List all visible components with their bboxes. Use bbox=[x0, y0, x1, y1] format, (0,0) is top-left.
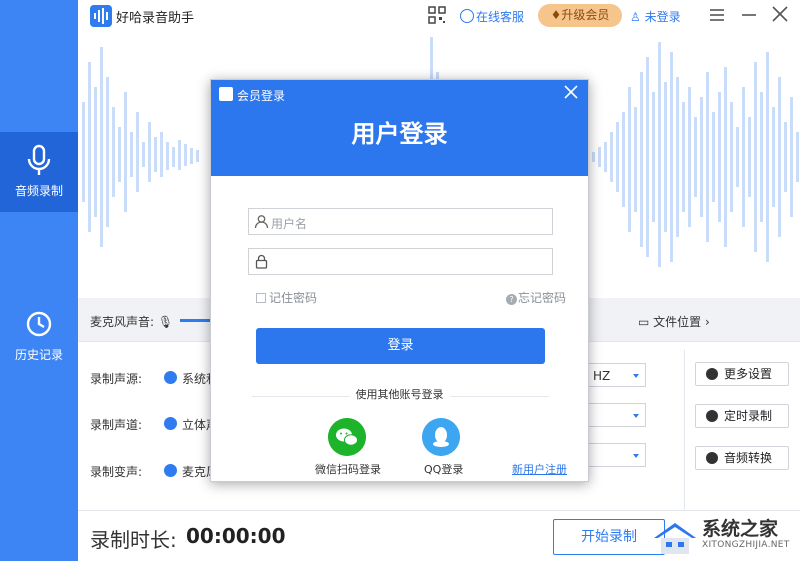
online-service-label: 在线客服 bbox=[476, 10, 525, 24]
sidebar-item-history[interactable]: 历史记录 bbox=[0, 296, 78, 376]
register-link[interactable]: 新用户注册 bbox=[512, 461, 567, 477]
question-icon: ? bbox=[506, 294, 517, 305]
audio-convert-button[interactable]: 音频转换 bbox=[695, 446, 789, 470]
app-logo-icon bbox=[90, 5, 112, 27]
login-heading: 用户登录 bbox=[351, 120, 448, 148]
title-bar: 好哈录音助手 在线客服 ♦升级会员 ♙ 未登录 bbox=[78, 0, 800, 32]
record-channel-label: 录制声道: bbox=[90, 418, 143, 432]
login-status-button[interactable]: ♙ 未登录 bbox=[630, 8, 681, 25]
voice-change-label: 录制变声: bbox=[90, 465, 143, 479]
mic-volume-label: 麦克风声音: 🎙 bbox=[90, 313, 173, 330]
clock-icon bbox=[26, 311, 52, 337]
mic-volume-slider[interactable] bbox=[180, 319, 210, 322]
forgot-password-label: 忘记密码 bbox=[518, 291, 567, 305]
qq-icon[interactable] bbox=[422, 418, 460, 456]
checkbox-box bbox=[256, 293, 266, 303]
mic-icon bbox=[27, 144, 51, 175]
menu-icon[interactable] bbox=[708, 6, 726, 24]
login-dialog-header: 会员登录 用户登录 bbox=[211, 80, 588, 176]
qq-login-label[interactable]: QQ登录 bbox=[424, 461, 463, 477]
forgot-password-link[interactable]: ? 忘记密码 bbox=[506, 289, 566, 306]
login-dialog: 会员登录 用户登录 用户名 记住密码 ? 忘记密码 登录 使用其他账号登录 微信… bbox=[210, 79, 589, 482]
clock-icon bbox=[706, 410, 718, 422]
audio-convert-label: 音频转换 bbox=[724, 451, 773, 465]
record-channel-radio[interactable] bbox=[164, 417, 177, 430]
chevron-down-icon bbox=[633, 414, 639, 418]
format-select[interactable] bbox=[588, 443, 646, 467]
watermark-house-logo bbox=[654, 523, 696, 554]
sidebar: 音频录制 历史记录 bbox=[0, 0, 78, 561]
close-icon[interactable] bbox=[562, 83, 580, 101]
file-location-label: 文件位置 bbox=[653, 315, 702, 329]
remember-password-label: 记住密码 bbox=[269, 291, 318, 305]
user-icon bbox=[254, 215, 269, 229]
scheduled-record-button[interactable]: 定时录制 bbox=[695, 404, 789, 428]
chevron-down-icon bbox=[633, 374, 639, 378]
chevron-right-icon: › bbox=[701, 315, 710, 329]
file-location-button[interactable]: ▭ 文件位置 › bbox=[638, 313, 710, 330]
wechat-login-label[interactable]: 微信扫码登录 bbox=[315, 461, 381, 477]
username-placeholder: 用户名 bbox=[271, 217, 308, 231]
chat-icon bbox=[460, 9, 474, 23]
minimize-icon[interactable] bbox=[740, 6, 758, 24]
sample-rate-select[interactable]: HZ bbox=[588, 363, 646, 387]
divider bbox=[684, 350, 685, 510]
voice-change-radio[interactable] bbox=[164, 464, 177, 477]
duration-label: 录制时长: bbox=[90, 528, 177, 552]
watermark-title: 系统之家 bbox=[702, 518, 779, 540]
sample-rate-value: HZ bbox=[593, 369, 611, 383]
channel-select[interactable] bbox=[588, 403, 646, 427]
app-title: 好哈录音助手 bbox=[116, 11, 195, 26]
chevron-down-icon bbox=[633, 454, 639, 458]
lock-icon bbox=[255, 254, 268, 269]
remember-password-checkbox[interactable]: 记住密码 bbox=[256, 289, 317, 306]
duration-value: 00:00:00 bbox=[186, 524, 286, 548]
close-icon[interactable] bbox=[770, 4, 790, 24]
other-login-label: 使用其他账号登录 bbox=[211, 386, 588, 402]
sidebar-item-audio-record[interactable]: 音频录制 bbox=[0, 132, 78, 212]
diamond-icon: ♦ bbox=[550, 8, 562, 22]
folder-icon: ▭ bbox=[638, 315, 654, 329]
upgrade-vip-button[interactable]: ♦升级会员 bbox=[538, 4, 622, 27]
user-icon: ♙ bbox=[630, 10, 645, 24]
more-settings-label: 更多设置 bbox=[724, 367, 773, 381]
convert-icon bbox=[706, 452, 718, 464]
qrcode-icon[interactable] bbox=[428, 6, 446, 24]
mic-small-icon: 🎙 bbox=[157, 315, 174, 329]
sidebar-item-label: 历史记录 bbox=[14, 348, 63, 362]
start-record-button[interactable]: 开始录制 bbox=[553, 519, 665, 555]
login-dialog-title: 会员登录 bbox=[237, 89, 286, 103]
more-settings-button[interactable]: 更多设置 bbox=[695, 362, 789, 386]
mic-volume-text: 麦克风声音: bbox=[90, 315, 155, 329]
record-source-radio[interactable] bbox=[164, 371, 177, 384]
scheduled-record-label: 定时录制 bbox=[724, 409, 773, 423]
wechat-icon[interactable] bbox=[328, 418, 366, 456]
username-input[interactable]: 用户名 bbox=[248, 208, 553, 235]
sidebar-item-label: 音频录制 bbox=[14, 184, 63, 198]
upgrade-vip-label: 升级会员 bbox=[561, 8, 610, 22]
app-logo-icon bbox=[219, 87, 233, 101]
watermark-subtitle: XITONGZHIJIA.NET bbox=[702, 540, 790, 550]
gear-icon bbox=[706, 368, 718, 380]
password-input[interactable] bbox=[248, 248, 553, 275]
other-login-text: 使用其他账号登录 bbox=[349, 388, 450, 401]
online-service-button[interactable]: 在线客服 bbox=[460, 8, 524, 25]
record-source-label: 录制声源: bbox=[90, 372, 143, 386]
login-status-label: 未登录 bbox=[644, 10, 681, 24]
login-button[interactable]: 登录 bbox=[256, 328, 545, 364]
watermark: 系统之家 XITONGZHIJIA.NET bbox=[652, 512, 800, 561]
